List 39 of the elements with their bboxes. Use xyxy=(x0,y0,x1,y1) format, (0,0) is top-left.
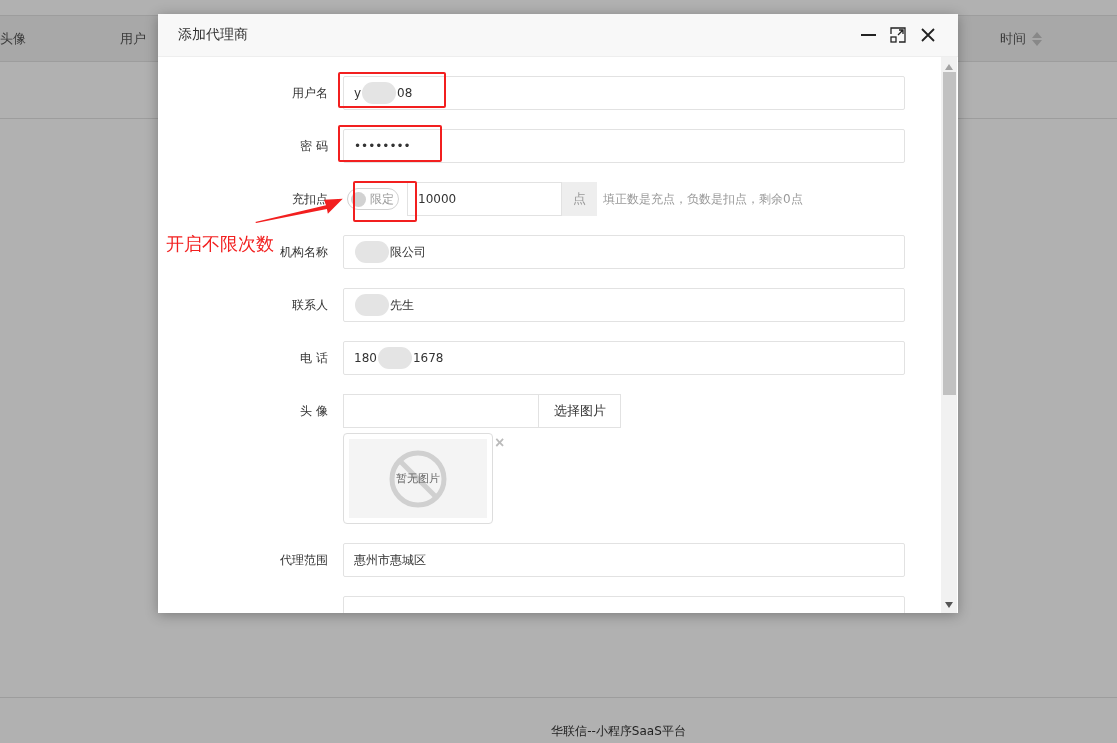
field-value: 惠州市惠城区 xyxy=(354,551,426,569)
scroll-down-icon[interactable] xyxy=(945,602,953,608)
choose-image-button[interactable]: 选择图片 xyxy=(539,394,621,428)
file-field[interactable] xyxy=(343,394,539,428)
input-field[interactable]: 先生 xyxy=(343,288,905,322)
dialog-title: 添加代理商 xyxy=(178,26,249,44)
annotation-text: 开启不限次数 xyxy=(166,232,274,256)
field-label: 密 码 xyxy=(300,137,328,155)
field-value: y xyxy=(354,86,362,100)
field-label: 代理范围 xyxy=(280,551,328,569)
field-value: 08 xyxy=(397,86,413,100)
input-field[interactable]: 180 1678 xyxy=(343,341,905,375)
field-label: 机构名称 xyxy=(280,243,328,261)
unit-addon: 点 xyxy=(562,182,597,216)
minimize-icon xyxy=(860,34,876,36)
hint-text: 填正数是充点，负数是扣点，剩余0点 xyxy=(603,191,803,208)
input-field[interactable]: 惠州市惠城区 xyxy=(343,543,905,577)
field-value: •••••••• xyxy=(354,139,411,153)
field-value: 180 xyxy=(354,351,377,365)
empty-image-text: 暂无图片 xyxy=(396,471,440,486)
no-image-icon xyxy=(388,448,448,509)
scrollbar[interactable] xyxy=(941,57,957,613)
footer-text: 华联信--小程序SaaS平台 xyxy=(551,723,686,740)
close-icon xyxy=(920,27,936,43)
input-field[interactable]: 限公司 xyxy=(343,235,905,269)
field-label: 联系人 xyxy=(292,296,328,314)
field-label: 用户名 xyxy=(292,84,328,102)
password-field[interactable]: •••••••• xyxy=(343,129,905,163)
field-value: 限公司 xyxy=(390,243,426,261)
column-header[interactable]: 头像 xyxy=(0,29,120,48)
field-label: 电 话 xyxy=(300,349,328,367)
column-header[interactable]: 时间 xyxy=(1000,29,1100,48)
field-value: 先生 xyxy=(390,296,414,314)
field-label: 头 像 xyxy=(300,402,328,420)
field-value: 1678 xyxy=(412,351,444,365)
input-field[interactable]: 10000 xyxy=(407,182,562,216)
input-field[interactable]: y 08 xyxy=(343,76,905,110)
maximize-icon xyxy=(890,27,906,43)
maximize-button[interactable] xyxy=(888,25,908,45)
